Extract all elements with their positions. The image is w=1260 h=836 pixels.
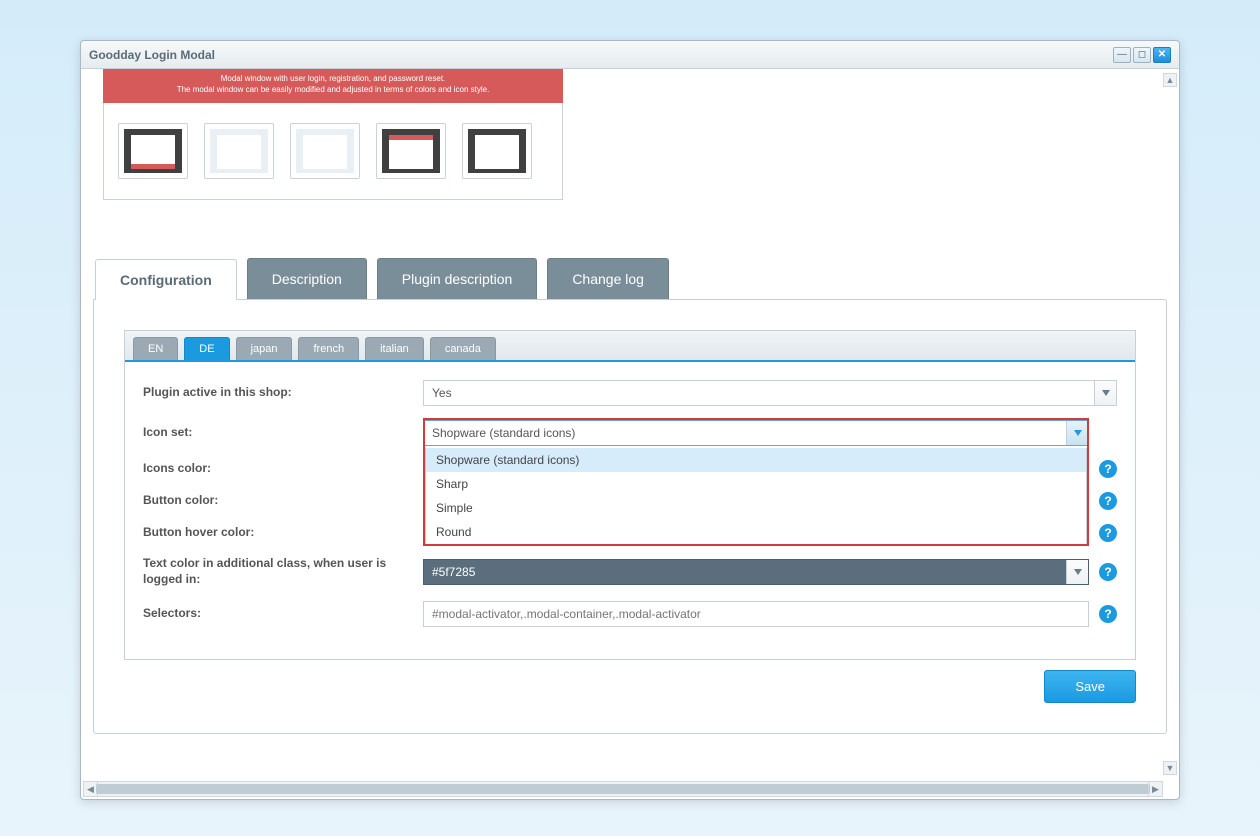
select-icon-set-value: Shopware (standard icons)	[432, 426, 575, 440]
row-plugin-active: Plugin active in this shop: Yes	[143, 380, 1117, 406]
form-area: Plugin active in this shop: Yes Icon set…	[125, 362, 1135, 659]
tab-change-log[interactable]: Change log	[547, 258, 669, 299]
scroll-thumb[interactable]	[96, 784, 1150, 794]
option-shopware[interactable]: Shopware (standard icons)	[426, 448, 1086, 472]
hero-line2: The modal window can be easily modified …	[123, 84, 543, 95]
label-text-color-logged: Text color in additional class, when use…	[143, 556, 423, 587]
vertical-scrollbar[interactable]: ▲ ▼	[1163, 73, 1177, 775]
option-round[interactable]: Round	[426, 520, 1086, 544]
hero-banner: Modal window with user login, registrati…	[103, 69, 563, 103]
horizontal-scrollbar[interactable]: ◀ ▶	[83, 781, 1163, 797]
save-button[interactable]: Save	[1044, 670, 1136, 703]
close-button[interactable]: ✕	[1153, 47, 1171, 63]
select-text-color-logged-value: #5f7285	[432, 565, 475, 579]
label-icon-set: Icon set:	[143, 425, 423, 441]
config-panel: EN DE japan french italian canada Plugin…	[124, 330, 1136, 660]
scroll-right-icon[interactable]: ▶	[1148, 782, 1162, 796]
row-icon-set: Icon set: Shopware (standard icons) ?	[143, 420, 1117, 446]
scroll-down-icon[interactable]: ▼	[1163, 761, 1177, 775]
thumbnail-2[interactable]	[204, 123, 274, 179]
lang-tab-french[interactable]: french	[298, 337, 359, 360]
lang-tab-italian[interactable]: italian	[365, 337, 424, 360]
minimize-button[interactable]: —	[1113, 47, 1131, 63]
option-sharp[interactable]: Sharp	[426, 472, 1086, 496]
help-text-color-logged[interactable]: ?	[1099, 563, 1117, 581]
row-selectors: Selectors: ?	[143, 601, 1117, 627]
maximize-button[interactable]: ◻	[1133, 47, 1151, 63]
help-icons-color[interactable]: ?	[1099, 460, 1117, 478]
main-tabs: Configuration Description Plugin descrip…	[93, 258, 1167, 734]
app-window: Goodday Login Modal — ◻ ✕ Modal window w…	[80, 40, 1180, 800]
hero-line1: Modal window with user login, registrati…	[123, 73, 543, 84]
thumbnails-panel	[103, 103, 563, 200]
help-button-hover-color[interactable]: ?	[1099, 524, 1117, 542]
thumbnail-5[interactable]	[462, 123, 532, 179]
select-text-color-logged[interactable]: #5f7285	[423, 559, 1089, 585]
help-button-color[interactable]: ?	[1099, 492, 1117, 510]
help-selectors[interactable]: ?	[1099, 605, 1117, 623]
option-simple[interactable]: Simple	[426, 496, 1086, 520]
label-button-hover-color: Button hover color:	[143, 525, 423, 541]
chevron-down-icon	[1066, 421, 1088, 445]
icon-set-dropdown: Shopware (standard icons) Sharp Simple R…	[425, 448, 1087, 545]
label-icons-color: Icons color:	[143, 461, 423, 477]
chevron-down-icon	[1066, 560, 1088, 584]
scroll-up-icon[interactable]: ▲	[1163, 73, 1177, 87]
row-text-color-logged: Text color in additional class, when use…	[143, 556, 1117, 587]
select-plugin-active[interactable]: Yes	[423, 380, 1117, 406]
input-selectors[interactable]	[423, 601, 1089, 627]
label-selectors: Selectors:	[143, 606, 423, 622]
tab-plugin-description[interactable]: Plugin description	[377, 258, 538, 299]
lang-tab-de[interactable]: DE	[184, 337, 229, 360]
titlebar: Goodday Login Modal — ◻ ✕	[81, 41, 1179, 69]
chevron-down-icon	[1094, 381, 1116, 405]
hero-section: Modal window with user login, registrati…	[103, 69, 1157, 200]
lang-tab-japan[interactable]: japan	[236, 337, 293, 360]
language-tabs: EN DE japan french italian canada	[125, 331, 1135, 362]
lang-tab-canada[interactable]: canada	[430, 337, 496, 360]
select-plugin-active-value: Yes	[432, 386, 452, 400]
select-icon-set[interactable]: Shopware (standard icons)	[423, 420, 1089, 446]
tab-content: EN DE japan french italian canada Plugin…	[93, 299, 1167, 734]
tab-description[interactable]: Description	[247, 258, 367, 299]
thumbnail-1[interactable]	[118, 123, 188, 179]
window-title: Goodday Login Modal	[89, 48, 215, 62]
thumbnail-4[interactable]	[376, 123, 446, 179]
lang-tab-en[interactable]: EN	[133, 337, 178, 360]
label-plugin-active: Plugin active in this shop:	[143, 385, 423, 401]
label-button-color: Button color:	[143, 493, 423, 509]
thumbnail-3[interactable]	[290, 123, 360, 179]
tab-configuration[interactable]: Configuration	[95, 259, 237, 300]
window-body: Modal window with user login, registrati…	[81, 69, 1179, 799]
